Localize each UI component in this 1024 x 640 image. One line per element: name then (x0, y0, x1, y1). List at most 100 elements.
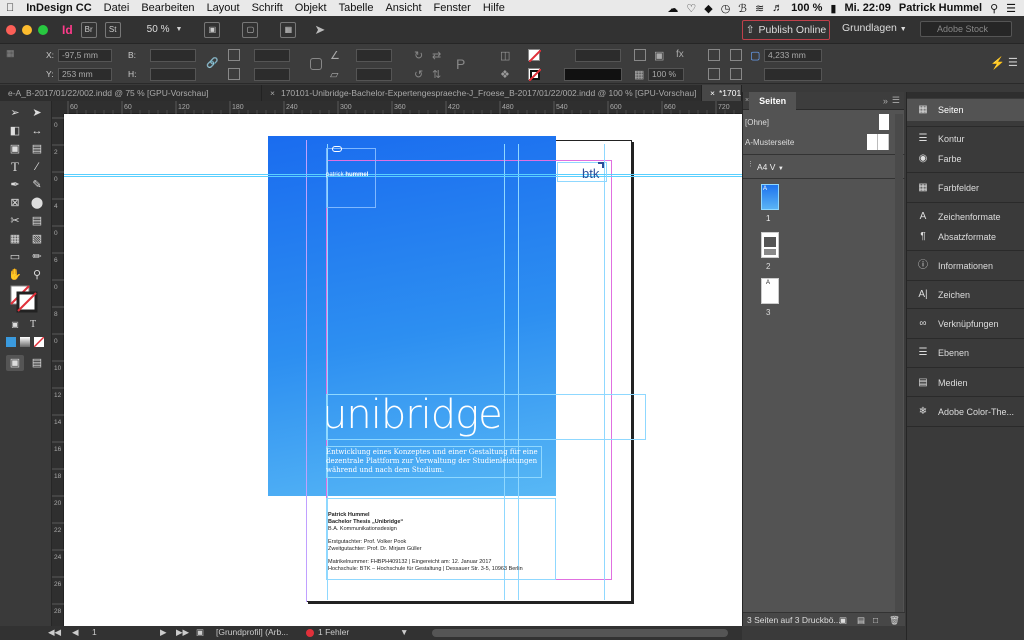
dock-kontur[interactable]: ☰ Kontur (907, 128, 1024, 150)
formatting-container-icon[interactable]: ▣ (6, 317, 24, 333)
vertical-ruler[interactable]: 0 2 0 4 0 6 0 8 0 10 12 14 16 18 20 22 24 26 28 (52, 114, 64, 626)
volume-icon[interactable]: ♬ (772, 2, 783, 14)
note-tool-icon[interactable]: ▭ (6, 249, 24, 265)
lightning-icon[interactable]: ⚡ (990, 56, 1005, 70)
horizontal-scrollbar[interactable] (432, 629, 728, 637)
screen-mode-button[interactable]: ▢ (242, 21, 259, 38)
rectangle-frame-tool-icon[interactable]: ⊠ (6, 195, 24, 211)
rotate-cw-icon[interactable]: ↻ (414, 49, 426, 62)
page-number-field[interactable]: 1 (92, 627, 97, 637)
rotation-field[interactable] (356, 49, 392, 62)
rotate-angle-icon[interactable]: ∠ (330, 49, 342, 62)
direct-selection-tool-icon[interactable]: ➤ (28, 105, 46, 121)
none-master-thumb[interactable] (879, 114, 889, 130)
dock-informationen[interactable]: ⓘ Informationen (907, 255, 1024, 277)
page-1-thumb[interactable]: A (761, 184, 779, 210)
apply-none-icon[interactable] (33, 336, 45, 348)
new-page-icon[interactable]: □ (873, 613, 878, 627)
zoom-level-dropdown[interactable]: 50 % (147, 24, 170, 35)
clock-icon[interactable]: ◷ (721, 2, 731, 15)
shear-angle-icon[interactable]: ▱ (330, 68, 342, 81)
scale-y-field[interactable] (254, 68, 290, 81)
scale-x-field[interactable] (254, 49, 290, 62)
panel-menu-icon[interactable]: ☰ (892, 95, 900, 106)
reference-point-icon[interactable]: ▦ (6, 48, 18, 60)
pen-tool-icon[interactable]: ✒ (6, 177, 24, 193)
opacity-field[interactable]: 100 % (648, 68, 684, 81)
menu-fenster[interactable]: Fenster (428, 2, 477, 14)
hand-tool-icon[interactable]: ✋ (6, 267, 24, 283)
flip-horizontal-icon[interactable]: ⇄ (432, 49, 444, 62)
ellipse-tool-icon[interactable]: ⬤ (28, 195, 46, 211)
fill-stroke-swatch[interactable] (10, 285, 38, 313)
width-field[interactable] (150, 49, 196, 62)
effects-shadow-icon[interactable] (634, 49, 646, 61)
formatting-text-icon[interactable]: T (24, 317, 42, 333)
stroke-weight-field[interactable]: 4,233 mm (764, 49, 822, 62)
ruler-origin[interactable] (52, 101, 64, 114)
menu-tabelle[interactable]: Tabelle (333, 2, 380, 14)
apple-menu-icon[interactable]:  (0, 2, 20, 14)
next-page-icon[interactable]: ▶ (160, 627, 167, 638)
window-close-button[interactable] (6, 24, 16, 35)
text-wrap-none-icon[interactable] (708, 49, 720, 61)
app-menu[interactable]: InDesign CC (20, 2, 97, 14)
window-minimize-button[interactable] (22, 24, 32, 35)
first-page-icon[interactable]: ◀◀ (48, 627, 61, 638)
line-tool-icon[interactable]: ∕ (28, 159, 46, 175)
x-position-field[interactable]: -97,5 mm (58, 49, 112, 62)
cover-subtitle[interactable]: Entwicklung eines Konzeptes und einer Ge… (326, 448, 538, 475)
drop-shadow-icon[interactable]: ▣ (654, 49, 666, 62)
dock-zeichen[interactable]: A| Zeichen (907, 284, 1024, 306)
constrain-scale-icon[interactable] (310, 58, 322, 70)
tab-close-icon[interactable]: × (710, 88, 715, 98)
selection-tool-icon[interactable]: ➢ (6, 105, 24, 121)
effects-fx-icon[interactable]: fx (676, 49, 688, 61)
content-collector-tool-icon[interactable]: ▣ (6, 141, 24, 157)
menubar-user[interactable]: Patrick Hummel (899, 2, 982, 14)
gradient-swatch-tool-icon[interactable]: ▦ (6, 231, 24, 247)
page-options-icon[interactable]: ▤ (857, 613, 865, 627)
stroke-swatch-icon[interactable] (528, 68, 542, 82)
auto-fit-icon[interactable] (730, 49, 742, 61)
frame-fitting-icon[interactable]: ▢ (750, 49, 762, 62)
select-container-icon[interactable]: ◫ (500, 49, 512, 62)
window-zoom-button[interactable] (38, 24, 48, 35)
menu-ansicht[interactable]: Ansicht (379, 2, 427, 14)
preflight-errors[interactable]: 1 Fehler (318, 627, 349, 637)
page-size-icon[interactable]: ▣ (839, 613, 847, 627)
none-master[interactable]: [Ohne] (745, 118, 769, 127)
stroke-weight-dropdown[interactable] (575, 49, 621, 62)
horizontal-ruler[interactable]: 60 60 120 180 240 300 360 420 480 540 600 660 720 (64, 101, 762, 114)
a-master-thumb[interactable] (867, 134, 889, 150)
gpu-performance-icon[interactable]: ➤ (314, 22, 325, 38)
apply-gradient-icon[interactable] (20, 337, 30, 347)
opacity-icon[interactable]: ▦ (634, 68, 646, 81)
arrange-documents-button[interactable]: ▦ (280, 21, 297, 38)
height-field[interactable] (150, 68, 196, 81)
text-wrap-bbox-icon[interactable] (708, 68, 720, 80)
menu-layout[interactable]: Layout (201, 2, 246, 14)
adobe-stock-search-input[interactable]: Adobe Stock (920, 21, 1012, 37)
wifi-icon[interactable]: ≋ (755, 2, 764, 15)
dock-ebenen[interactable]: ☰ Ebenen (907, 342, 1024, 364)
dock-zeichenformate[interactable]: A Zeichenformate (907, 206, 1024, 228)
last-page-icon[interactable]: ▶▶ (176, 627, 189, 638)
document-tab-2[interactable]: × 170101-Unibridge-Bachelor-Expertengespr… (262, 85, 702, 101)
gradient-feather-tool-icon[interactable]: ▧ (28, 231, 46, 247)
page-size-dropdown[interactable]: A4 V ▼ (757, 162, 784, 172)
page-tool-icon[interactable]: ◧ (6, 123, 24, 139)
view-options-button[interactable]: ▣ (204, 21, 221, 38)
heart-icon[interactable]: ♡ (686, 2, 696, 15)
y-position-field[interactable]: 253 mm (58, 68, 112, 81)
menu-objekt[interactable]: Objekt (289, 2, 333, 14)
tab-close-icon[interactable]: × (270, 88, 275, 98)
gap-tool-icon[interactable]: ↔ (28, 123, 46, 139)
prev-page-icon[interactable]: ◀ (72, 627, 79, 638)
dock-medien[interactable]: ▤ Medien (907, 372, 1024, 394)
document-tab-1[interactable]: e-A_B-2017/01/22/002.indd @ 75 % [GPU-Vo… (0, 85, 262, 101)
menubar-clock[interactable]: Mi. 22:09 (844, 2, 890, 14)
apply-color-icon[interactable] (6, 337, 16, 347)
publish-online-button[interactable]: ⇧ Publish Online (742, 20, 830, 40)
bluetooth-icon[interactable]: ℬ (738, 2, 747, 15)
